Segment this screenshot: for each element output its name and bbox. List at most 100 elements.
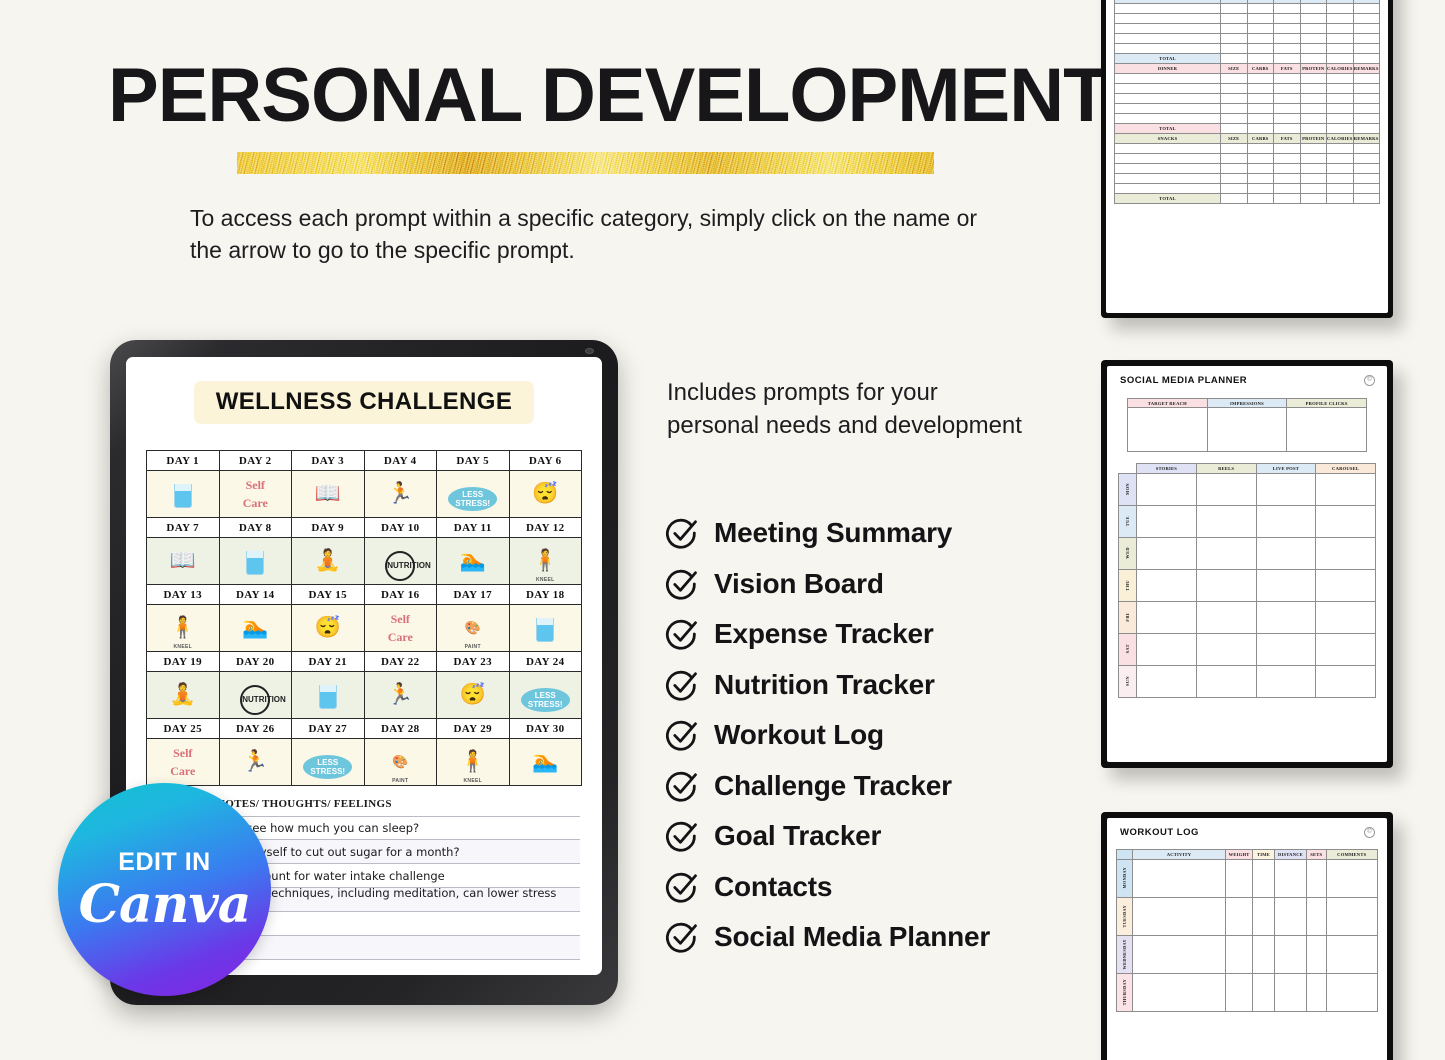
entry-cell[interactable] [1299, 113, 1327, 124]
entry-cell[interactable] [1246, 33, 1274, 44]
entry-cell[interactable] [1326, 73, 1354, 84]
entry-cell[interactable] [1352, 183, 1380, 194]
entry-cell[interactable] [1252, 859, 1276, 898]
entry-cell[interactable] [1299, 73, 1327, 84]
calendar-day-cell[interactable]: 😴 [291, 604, 365, 652]
calendar-day-cell[interactable]: 🧍 KNEEL [436, 738, 510, 786]
kpi-value-cell[interactable] [1286, 407, 1367, 452]
entry-cell[interactable] [1273, 173, 1301, 184]
grid-cell[interactable] [1315, 505, 1376, 538]
calendar-day-cell[interactable] [218, 537, 292, 585]
total-cell[interactable] [1352, 53, 1380, 64]
total-cell[interactable] [1273, 53, 1301, 64]
entry-cell[interactable] [1273, 33, 1301, 44]
entry-cell[interactable] [1352, 23, 1380, 34]
entry-cell[interactable] [1326, 13, 1354, 24]
entry-cell[interactable] [1326, 173, 1354, 184]
grid-cell[interactable] [1315, 537, 1376, 570]
entry-cell[interactable] [1220, 3, 1248, 14]
grid-cell[interactable] [1136, 601, 1197, 634]
entry-cell[interactable] [1352, 153, 1380, 164]
entry-cell[interactable] [1274, 897, 1307, 936]
social-media-planner-preview[interactable]: SOCIAL MEDIA PLANNER © TARGET REACH IMPRE… [1101, 360, 1393, 768]
entry-cell[interactable] [1274, 935, 1307, 974]
entry-cell[interactable] [1225, 859, 1254, 898]
entry-cell[interactable] [1131, 935, 1227, 974]
table-row[interactable] [1114, 43, 1380, 54]
entry-cell[interactable] [1299, 163, 1327, 174]
checklist-item[interactable]: Workout Log [664, 710, 1094, 761]
entry-cell[interactable] [1220, 163, 1248, 174]
entry-cell[interactable] [1273, 23, 1301, 34]
total-cell[interactable] [1273, 193, 1301, 204]
entry-cell[interactable] [1299, 83, 1327, 94]
entry-cell[interactable] [1252, 973, 1276, 1012]
total-cell[interactable] [1299, 53, 1327, 64]
entry-cell[interactable] [1326, 83, 1354, 94]
entry-cell[interactable] [1220, 173, 1248, 184]
entry-cell[interactable] [1220, 43, 1248, 54]
entry-cell[interactable] [1299, 143, 1327, 154]
grid-cell[interactable] [1195, 505, 1257, 538]
entry-cell[interactable] [1220, 183, 1248, 194]
table-row[interactable] [1114, 183, 1380, 194]
entry-cell[interactable] [1220, 113, 1248, 124]
entry-cell[interactable] [1246, 173, 1274, 184]
calendar-day-cell[interactable]: 🧍 KNEEL [508, 537, 582, 585]
checklist-item[interactable]: Social Media Planner [664, 912, 1094, 963]
checklist-item[interactable]: Vision Board [664, 559, 1094, 610]
nutrition-tracker-preview[interactable]: TOTALLUNCHSIZECARBSFATSPROTEINCALORIESRE… [1101, 0, 1393, 318]
calendar-day-cell[interactable]: LESS STRESS! [436, 470, 510, 518]
calendar-day-cell[interactable]: Self Care [218, 470, 292, 518]
grid-cell[interactable] [1315, 665, 1376, 698]
entry-cell[interactable] [1114, 23, 1221, 34]
table-row[interactable] [1114, 113, 1380, 124]
table-row[interactable] [1114, 163, 1380, 174]
entry-cell[interactable] [1352, 103, 1380, 114]
entry-cell[interactable] [1246, 183, 1274, 194]
entry-cell[interactable] [1273, 93, 1301, 104]
entry-cell[interactable] [1326, 43, 1354, 54]
entry-cell[interactable] [1273, 143, 1301, 154]
calendar-day-cell[interactable]: NUTRITION [363, 537, 437, 585]
entry-cell[interactable] [1220, 83, 1248, 94]
total-cell[interactable] [1246, 53, 1274, 64]
entry-cell[interactable] [1299, 33, 1327, 44]
calendar-day-cell[interactable]: 📖 [146, 537, 220, 585]
grid-cell[interactable] [1136, 569, 1197, 602]
entry-cell[interactable] [1220, 93, 1248, 104]
grid-cell[interactable] [1255, 633, 1317, 666]
entry-cell[interactable] [1220, 73, 1248, 84]
calendar-day-cell[interactable]: 😴 [436, 671, 510, 719]
grid-cell[interactable] [1255, 569, 1317, 602]
entry-cell[interactable] [1305, 859, 1327, 898]
entry-cell[interactable] [1246, 153, 1274, 164]
grid-cell[interactable] [1195, 569, 1257, 602]
total-cell[interactable] [1220, 123, 1248, 134]
entry-cell[interactable] [1352, 3, 1380, 14]
grid-cell[interactable] [1195, 601, 1257, 634]
table-row[interactable] [1114, 153, 1380, 164]
total-cell[interactable] [1246, 123, 1274, 134]
calendar-day-cell[interactable]: LESS STRESS! [508, 671, 582, 719]
grid-cell[interactable] [1136, 537, 1197, 570]
entry-cell[interactable] [1246, 93, 1274, 104]
grid-cell[interactable] [1255, 601, 1317, 634]
entry-cell[interactable] [1325, 859, 1379, 898]
grid-cell[interactable] [1136, 473, 1197, 506]
calendar-day-cell[interactable]: 🎨 PAINT [363, 738, 437, 786]
table-row[interactable] [1114, 73, 1380, 84]
grid-cell[interactable] [1255, 537, 1317, 570]
grid-cell[interactable] [1136, 633, 1197, 666]
entry-cell[interactable] [1305, 973, 1327, 1012]
calendar-day-cell[interactable]: 🎨 PAINT [436, 604, 510, 652]
entry-cell[interactable] [1326, 143, 1354, 154]
entry-cell[interactable] [1299, 93, 1327, 104]
entry-cell[interactable] [1352, 143, 1380, 154]
grid-cell[interactable] [1195, 537, 1257, 570]
entry-cell[interactable] [1225, 973, 1254, 1012]
entry-cell[interactable] [1220, 13, 1248, 24]
checklist-item[interactable]: Meeting Summary [664, 508, 1094, 559]
entry-cell[interactable] [1352, 73, 1380, 84]
entry-cell[interactable] [1114, 143, 1221, 154]
